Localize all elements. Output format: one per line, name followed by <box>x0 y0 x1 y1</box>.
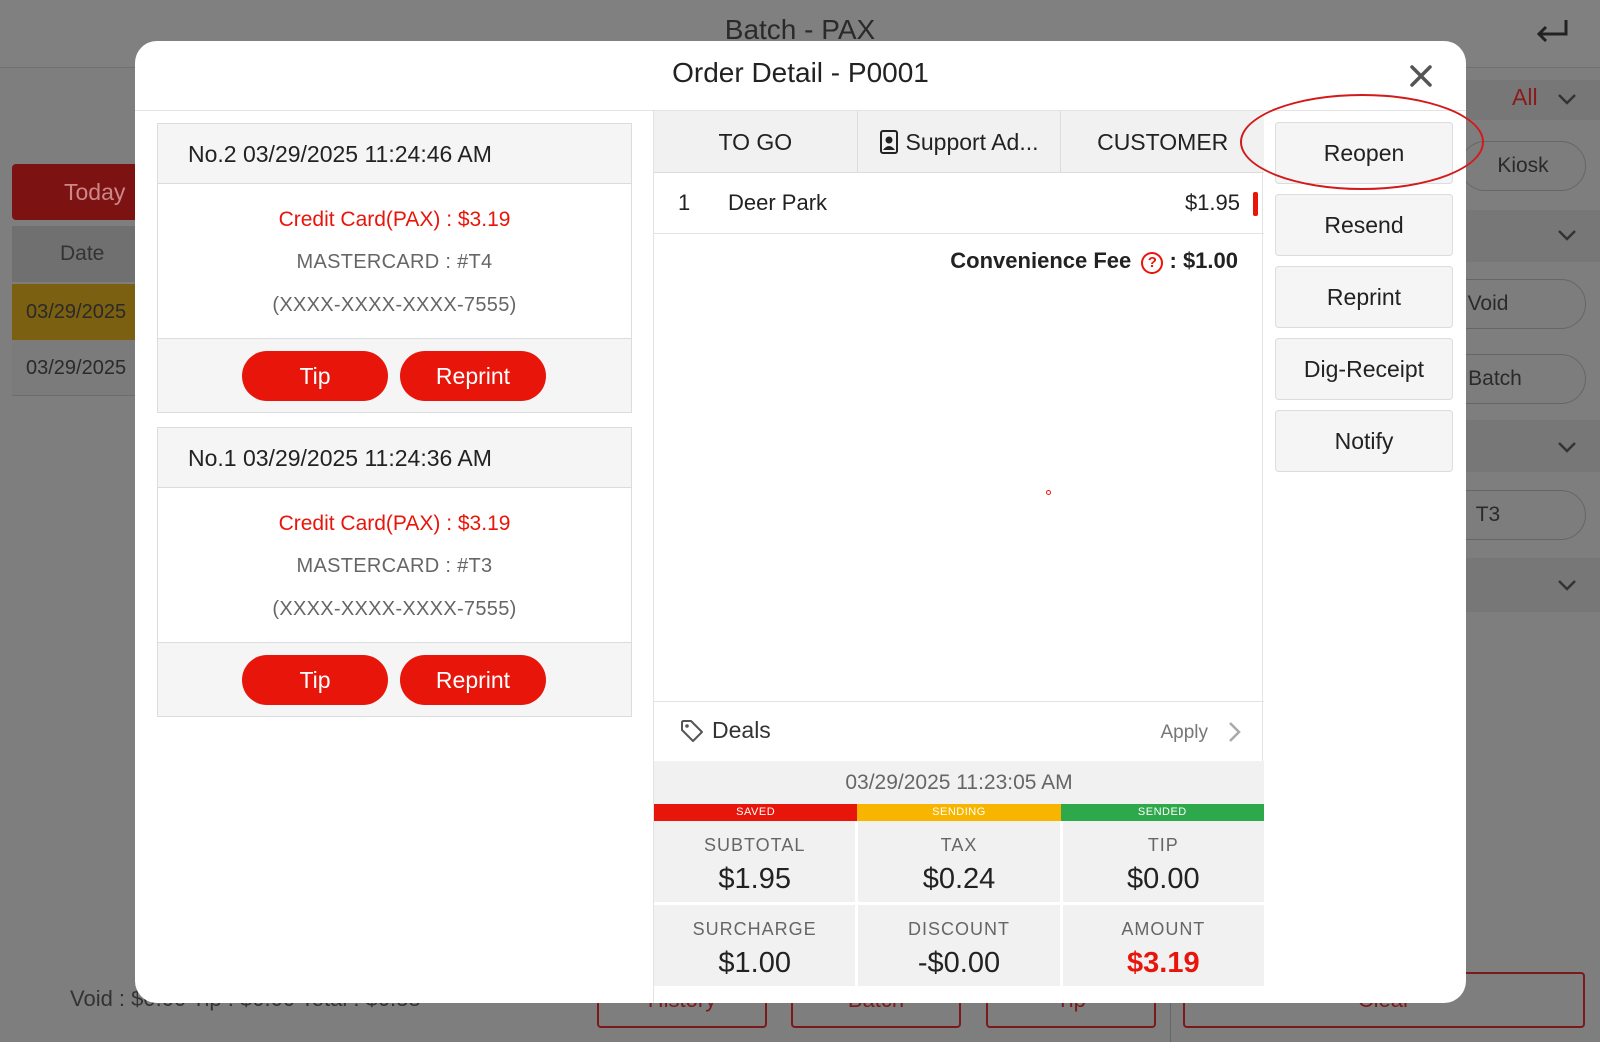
status-sended: SENDED <box>1060 804 1264 821</box>
resend-button[interactable]: Resend <box>1275 194 1453 256</box>
tab-support[interactable]: Support Ad... <box>858 111 1062 172</box>
discount-value: -$0.00 <box>917 947 1001 979</box>
status-sending: SENDING <box>857 804 1061 821</box>
card-number: (XXXX-XXXX-XXXX-7555) <box>272 294 517 316</box>
tax-cell: TAX $0.24 <box>858 821 1060 902</box>
return-icon[interactable] <box>1532 16 1572 50</box>
totals-grid: SUBTOTAL $1.95 TAX $0.24 TIP $0.00 SURCH… <box>654 821 1264 1003</box>
tip-button[interactable]: Tip <box>242 351 388 401</box>
help-icon[interactable]: ? <box>1141 252 1164 274</box>
tab-to-go[interactable]: TO GO <box>654 111 858 172</box>
deals-label: Deals <box>712 717 771 743</box>
card-number: (XXXX-XXXX-XXXX-7555) <box>272 598 517 620</box>
tip-cell: TIP $0.00 <box>1062 821 1264 902</box>
convenience-fee-label: Convenience Fee <box>950 248 1132 273</box>
order-tabs: TO GO Support Ad... CUSTOMER <box>654 111 1264 173</box>
batch-row[interactable]: 03/29/2025 <box>12 284 142 340</box>
amount-value: $3.19 <box>1127 947 1200 979</box>
chevron-down-icon[interactable] <box>1556 88 1578 110</box>
payment-header: No.1 03/29/2025 11:24:36 AM <box>158 428 631 488</box>
notify-button[interactable]: Notify <box>1275 410 1453 472</box>
contact-badge-icon <box>879 130 898 154</box>
convenience-fee: Convenience Fee ? : $1.00 <box>950 245 1238 277</box>
dig-receipt-button[interactable]: Dig-Receipt <box>1275 338 1453 400</box>
today-tab[interactable]: Today <box>12 164 142 220</box>
surcharge-cell: SURCHARGE $1.00 <box>654 905 856 986</box>
tip-label: TIP <box>1147 835 1179 855</box>
item-status-marker <box>1253 192 1258 216</box>
payment-amount: Credit Card(PAX) : $3.19 <box>278 512 511 535</box>
card-type: MASTERCARD : #T4 <box>296 251 493 273</box>
cursor-dot <box>1046 490 1051 495</box>
discount-cell: DISCOUNT -$0.00 <box>858 905 1060 986</box>
chevron-down-icon[interactable] <box>1556 574 1578 596</box>
surcharge-value: $1.00 <box>718 947 791 979</box>
status-saved: SAVED <box>654 804 858 821</box>
item-quantity: 1 <box>678 190 691 215</box>
order-detail-modal: Order Detail - P0001 No.2 03/29/2025 11:… <box>135 41 1466 1003</box>
modal-header: Order Detail - P0001 <box>135 41 1466 111</box>
reprint-payment-button[interactable]: Reprint <box>400 351 546 401</box>
reprint-payment-button[interactable]: Reprint <box>400 655 546 705</box>
payment-body: Credit Card(PAX) : $3.19 MASTERCARD : #T… <box>158 184 631 338</box>
chevron-down-icon[interactable] <box>1556 224 1578 246</box>
convenience-fee-value: : $1.00 <box>1169 248 1239 273</box>
discount-label: DISCOUNT <box>907 919 1010 939</box>
highlight-annotation <box>1240 94 1484 190</box>
order-item-row[interactable]: 1 Deer Park $1.95 <box>654 173 1264 234</box>
item-name: Deer Park <box>728 190 828 215</box>
payment-body: Credit Card(PAX) : $3.19 MASTERCARD : #T… <box>158 488 631 642</box>
modal-title: Order Detail - P0001 <box>672 57 929 88</box>
tax-label: TAX <box>940 835 978 855</box>
subtotal-label: SUBTOTAL <box>703 835 806 855</box>
item-price: $1.95 <box>1184 190 1240 215</box>
tip-value: $0.00 <box>1127 863 1200 895</box>
payment-amount: Credit Card(PAX) : $3.19 <box>278 208 511 231</box>
card-type: MASTERCARD : #T3 <box>296 555 493 577</box>
payment-card: No.2 03/29/2025 11:24:46 AM Credit Card(… <box>157 123 632 413</box>
payment-actions: Tip Reprint <box>158 642 631 716</box>
batch-row[interactable]: 03/29/2025 <box>12 340 142 396</box>
subtotal-cell: SUBTOTAL $1.95 <box>654 821 856 902</box>
tab-label: TO GO <box>718 129 793 155</box>
amount-label: AMOUNT <box>1121 919 1206 939</box>
tip-button[interactable]: Tip <box>242 655 388 705</box>
tag-icon <box>681 720 703 742</box>
payment-header: No.2 03/29/2025 11:24:46 AM <box>158 124 631 184</box>
order-panel: TO GO Support Ad... CUSTOMER 1 Deer Park… <box>653 111 1264 1003</box>
subtotal-value: $1.95 <box>718 863 791 895</box>
tax-value: $0.24 <box>922 863 996 895</box>
deals-row[interactable]: Deals Apply <box>654 701 1264 761</box>
tab-customer[interactable]: CUSTOMER <box>1061 111 1264 172</box>
payment-card: No.1 03/29/2025 11:24:36 AM Credit Card(… <box>157 427 632 717</box>
tab-label: Support Ad... <box>905 129 1039 155</box>
tab-label: CUSTOMER <box>1097 129 1229 155</box>
date-column-header: Date <box>12 226 142 282</box>
payment-actions: Tip Reprint <box>158 338 631 412</box>
chevron-right-icon[interactable] <box>1226 720 1242 744</box>
close-icon[interactable] <box>1408 63 1434 89</box>
filter-select[interactable]: All <box>1512 84 1538 111</box>
status-bar: SAVED SENDING SENDED <box>654 804 1264 821</box>
chevron-down-icon[interactable] <box>1556 436 1578 458</box>
amount-cell: AMOUNT $3.19 <box>1062 905 1264 986</box>
surcharge-label: SURCHARGE <box>692 919 817 939</box>
apply-link[interactable]: Apply <box>1160 722 1208 744</box>
reprint-button[interactable]: Reprint <box>1275 266 1453 328</box>
order-datetime: 03/29/2025 11:23:05 AM <box>654 761 1264 804</box>
